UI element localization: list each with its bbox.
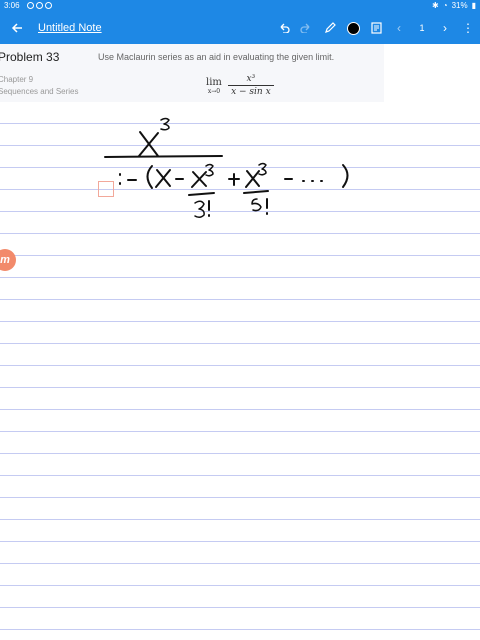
text-cursor-box[interactable] — [98, 181, 114, 197]
handwriting-ink — [104, 117, 349, 219]
